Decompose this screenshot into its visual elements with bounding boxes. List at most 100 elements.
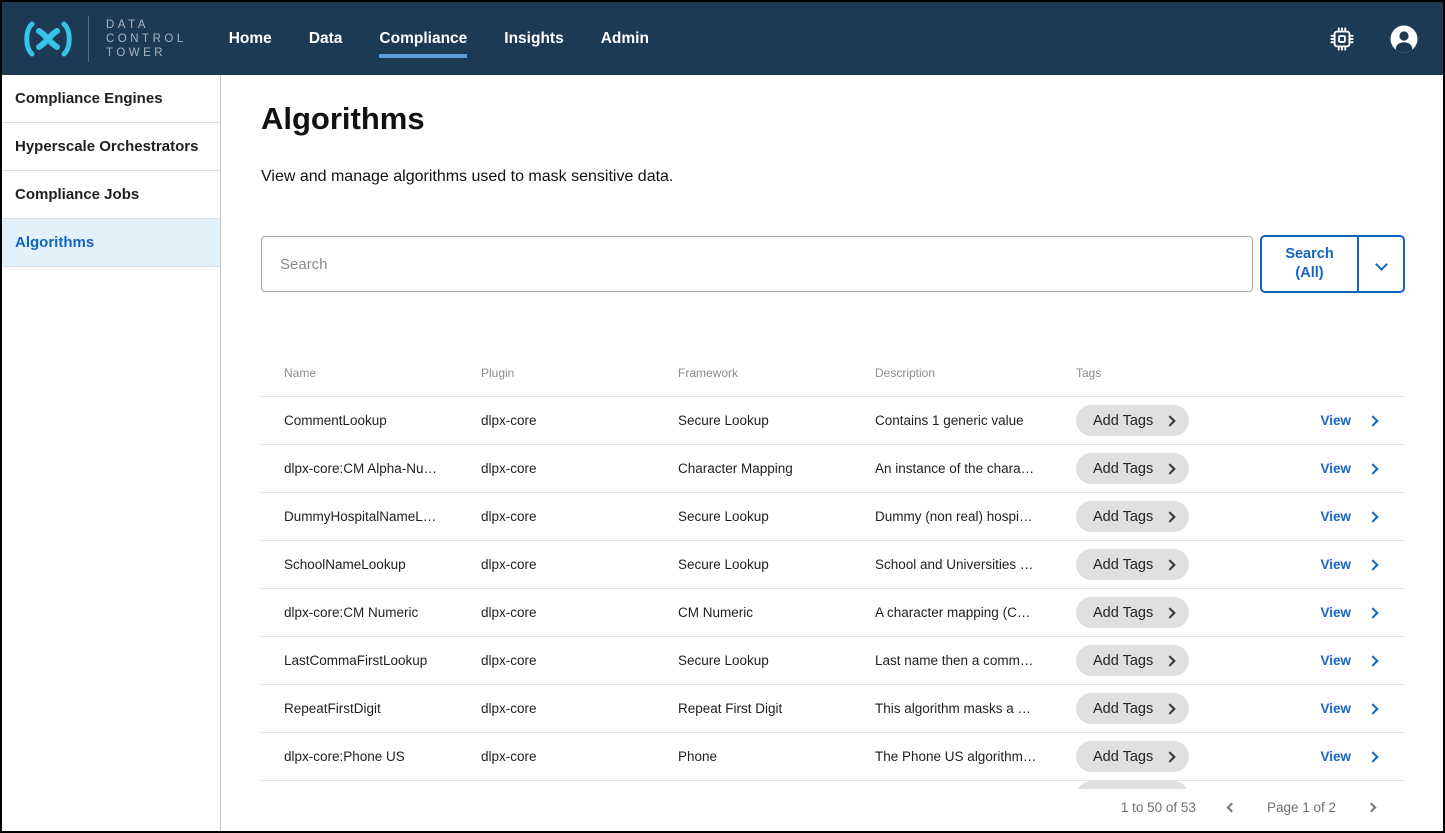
previous-page-icon[interactable] [1228,804,1235,811]
main-area: Compliance Engines Hyperscale Orchestrat… [2,75,1443,831]
cell-name: SchoolNameLookup [284,557,481,572]
cell-tags: Add Tags [1076,741,1261,772]
search-split-button: Search (All) [1260,235,1405,293]
nav-item-compliance[interactable]: Compliance [379,20,467,58]
cell-view: View [1261,653,1405,668]
cell-view: View [1261,557,1405,572]
nav-item-admin[interactable]: Admin [601,20,649,58]
user-account-icon[interactable] [1389,24,1419,54]
view-link[interactable]: View [1320,413,1351,428]
cell-tags: Add Tags [1076,645,1261,676]
next-page-icon[interactable] [1368,804,1375,811]
column-header-name: Name [284,366,481,380]
cell-plugin: dlpx-core [481,509,678,524]
chevron-right-icon [1367,559,1378,570]
add-tags-button[interactable]: Add Tags [1076,741,1189,772]
cell-plugin: dlpx-core [481,605,678,620]
view-link[interactable]: View [1320,509,1351,524]
cell-description: A character mapping (C… [875,605,1076,620]
sidebar-item-algorithms[interactable]: Algorithms [2,219,220,267]
column-header-framework: Framework [678,366,875,380]
cell-plugin: dlpx-core [481,413,678,428]
brand-name: DATA CONTROL TOWER [106,18,187,60]
cell-framework: CM Numeric [678,605,875,620]
add-tags-button[interactable]: Add Tags [1076,597,1189,628]
table-row: RepeatFirstDigit dlpx-core Repeat First … [261,685,1405,733]
cell-plugin: dlpx-core [481,749,678,764]
cell-tags: Add Tags [1076,501,1261,532]
chevron-right-icon [1367,415,1378,426]
sidebar-item-hyperscale-orchestrators[interactable]: Hyperscale Orchestrators [2,123,220,171]
nav-item-home[interactable]: Home [229,20,272,58]
table-row: dlpx-core:CM Numeric dlpx-core CM Numeri… [261,589,1405,637]
cell-view: View [1261,413,1405,428]
sidebar-item-compliance-engines[interactable]: Compliance Engines [2,75,220,123]
view-link[interactable]: View [1320,461,1351,476]
content-panel: Algorithms View and manage algorithms us… [221,75,1443,831]
cell-description: An instance of the chara… [875,461,1076,476]
chevron-right-icon [1165,415,1176,426]
cell-view: View [1261,509,1405,524]
main-nav: Home Data Compliance Insights Admin [229,2,649,75]
view-link[interactable]: View [1320,557,1351,572]
nav-item-insights[interactable]: Insights [504,20,563,58]
cell-framework: Secure Lookup [678,413,875,428]
search-input[interactable] [261,236,1253,292]
cell-view: View [1261,605,1405,620]
dct-logo-icon [22,19,74,59]
search-section: Search (All) [261,235,1405,293]
chevron-right-icon [1165,703,1176,714]
cell-tags: Add Tags [1076,781,1261,789]
add-tags-button[interactable]: Add Tags [1076,645,1189,676]
view-link[interactable]: View [1320,653,1351,668]
logo-divider [88,16,89,62]
add-tags-button[interactable]: Add Tags [1076,405,1189,436]
cell-name: LastCommaFirstLookup [284,653,481,668]
page-title: Algorithms [261,101,1405,137]
add-tags-button[interactable]: Add Tags [1076,549,1189,580]
cell-framework: Phone [678,749,875,764]
cell-description: Dummy (non real) hospi… [875,509,1076,524]
cell-tags: Add Tags [1076,453,1261,484]
chevron-down-icon [1375,258,1388,271]
cell-framework: Repeat First Digit [678,701,875,716]
chevron-right-icon [1367,751,1378,762]
chevron-right-icon [1367,511,1378,522]
add-tags-button[interactable]: Add Tags [1076,781,1189,789]
cell-framework: Character Mapping [678,461,875,476]
nav-item-data[interactable]: Data [309,20,343,58]
sidebar-item-compliance-jobs[interactable]: Compliance Jobs [2,171,220,219]
cell-name: dlpx-core:CM Numeric [284,605,481,620]
table-row: dlpx-core:CM Alpha-Nu… dlpx-core Charact… [261,445,1405,493]
pagination-bar: 1 to 50 of 53 Page 1 of 2 [261,789,1405,815]
add-tags-button[interactable]: Add Tags [1076,693,1189,724]
chevron-right-icon [1165,463,1176,474]
cell-description: Contains 1 generic value [875,413,1076,428]
table-row: dlpx-core:Phone US dlpx-core Phone The P… [261,733,1405,781]
column-header-tags: Tags [1076,366,1261,380]
pagination-range: 1 to 50 of 53 [1121,800,1196,815]
search-all-button[interactable]: Search (All) [1262,237,1357,291]
view-link[interactable]: View [1320,605,1351,620]
cell-plugin: dlpx-core [481,557,678,572]
chevron-right-icon [1367,655,1378,666]
integrations-chip-icon[interactable] [1329,26,1355,52]
table-header-row: Name Plugin Framework Description Tags [261,349,1405,397]
view-link[interactable]: View [1320,701,1351,716]
page-subtitle: View and manage algorithms used to mask … [261,168,1405,186]
column-header-description: Description [875,366,1076,380]
add-tags-button[interactable]: Add Tags [1076,501,1189,532]
cell-tags: Add Tags [1076,549,1261,580]
chevron-right-icon [1165,511,1176,522]
topbar-actions [1329,24,1419,54]
add-tags-button[interactable]: Add Tags [1076,453,1189,484]
table-row-clipped: Add Tags [261,781,1405,789]
cell-description: School and Universities … [875,557,1076,572]
search-options-dropdown[interactable] [1357,237,1403,291]
view-link[interactable]: View [1320,749,1351,764]
cell-description: This algorithm masks a … [875,701,1076,716]
cell-name: dlpx-core:Phone US [284,749,481,764]
table-row: DummyHospitalNameL… dlpx-core Secure Loo… [261,493,1405,541]
chevron-right-icon [1165,751,1176,762]
cell-description: The Phone US algorithm… [875,749,1076,764]
